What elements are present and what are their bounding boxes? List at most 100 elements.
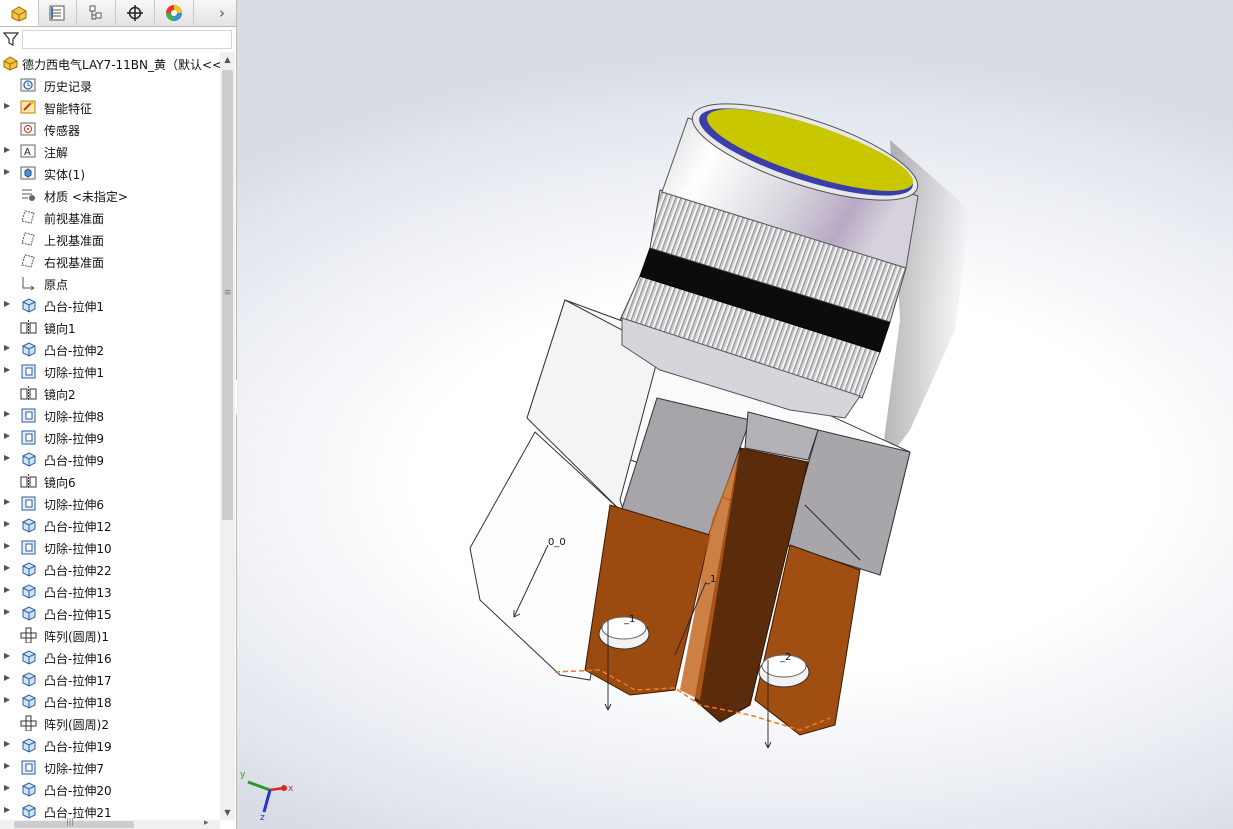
tree-item-label: 凸台-拉伸21 <box>44 806 112 820</box>
expand-caret-icon[interactable]: ▶ <box>4 299 10 308</box>
expand-caret-icon[interactable]: ▶ <box>4 453 10 462</box>
tree-item[interactable]: ▶ 切除-拉伸7 <box>0 756 220 778</box>
tree-item[interactable]: 阵列(圆周)2 <box>0 712 220 734</box>
tree-item[interactable]: ▶ 切除-拉伸9 <box>0 426 220 448</box>
tree-item[interactable]: ▶ 凸台-拉伸13 <box>0 580 220 602</box>
expand-caret-icon[interactable]: ▶ <box>4 651 10 660</box>
tree-item[interactable]: 右视基准面 <box>0 250 220 272</box>
tree-item-label: 切除-拉伸6 <box>44 498 104 512</box>
dimxpert-icon <box>127 4 143 21</box>
solid-body-icon <box>20 166 36 180</box>
expand-caret-icon[interactable]: ▶ <box>4 519 10 528</box>
feature-tree: 德力西电气LAY7-11BN_黄（默认<< 历史记录 ▶ 智能特征 传感器 ▶ A 注解 ▶ 实… <box>0 52 220 820</box>
tree-item-label: 阵列(圆周)2 <box>44 718 109 732</box>
expand-caret-icon[interactable]: ▶ <box>4 563 10 572</box>
boss-extrude-icon <box>22 518 36 533</box>
graphics-area[interactable]: 0_0 _1 _1 _2 y x z <box>237 0 1233 829</box>
tree-item[interactable]: ▶ 智能特征 <box>0 96 220 118</box>
tree-item[interactable]: 镜向6 <box>0 470 220 492</box>
tree-item-label: 实体(1) <box>44 168 85 182</box>
boss-extrude-icon <box>22 650 36 665</box>
tree-item[interactable]: 传感器 <box>0 118 220 140</box>
tree-item[interactable]: ▶ 切除-拉伸1 <box>0 360 220 382</box>
tree-item[interactable]: 材质 <未指定> <box>0 184 220 206</box>
tree-item[interactable]: ▶ 切除-拉伸10 <box>0 536 220 558</box>
tree-item[interactable]: ▶ 凸台-拉伸16 <box>0 646 220 668</box>
tab-expand-chevron-icon[interactable]: › <box>210 0 234 25</box>
tree-filter-input[interactable] <box>22 30 232 49</box>
tree-item-label: 凸台-拉伸9 <box>44 454 104 468</box>
tree-item[interactable]: ▶ 凸台-拉伸20 <box>0 778 220 800</box>
scroll-up-arrow-icon[interactable]: ▲ <box>220 52 235 67</box>
tree-item-label: 镜向2 <box>44 388 76 402</box>
display-manager-tab[interactable] <box>155 0 194 25</box>
tree-item-label: 切除-拉伸9 <box>44 432 104 446</box>
expand-caret-icon[interactable]: ▶ <box>4 673 10 682</box>
cut-extrude-icon <box>21 430 36 445</box>
tree-item[interactable]: 原点 <box>0 272 220 294</box>
tree-item[interactable]: 历史记录 <box>0 74 220 96</box>
expand-caret-icon[interactable]: ▶ <box>4 585 10 594</box>
push-button-model: 0_0 _1 _1 _2 y x z <box>240 103 970 823</box>
tree-item[interactable]: ▶ 凸台-拉伸17 <box>0 668 220 690</box>
tree-horizontal-scrollbar[interactable]: ||| ▸ <box>0 817 220 829</box>
tree-item[interactable]: ▶ 凸台-拉伸12 <box>0 514 220 536</box>
tree-item[interactable]: ▶ 切除-拉伸8 <box>0 404 220 426</box>
history-icon <box>20 78 36 92</box>
plane-icon <box>21 210 35 224</box>
boss-extrude-icon <box>22 452 36 467</box>
tree-item[interactable]: 镜向1 <box>0 316 220 338</box>
tree-item[interactable]: ▶ 凸台-拉伸2 <box>0 338 220 360</box>
expand-caret-icon[interactable]: ▶ <box>4 783 10 792</box>
tree-item[interactable]: ▶ A 注解 <box>0 140 220 162</box>
tree-vertical-scrollbar[interactable]: ▲ ≡ ▼ <box>220 52 235 820</box>
boss-extrude-icon <box>22 804 36 819</box>
configurationmanager-tab[interactable] <box>77 0 116 25</box>
expand-caret-icon[interactable]: ▶ <box>4 101 10 110</box>
expand-caret-icon[interactable]: ▶ <box>4 167 10 176</box>
tree-item[interactable]: ▶ 切除-拉伸6 <box>0 492 220 514</box>
tree-item-label: 凸台-拉伸12 <box>44 520 112 534</box>
propertymanager-tab[interactable] <box>38 0 77 25</box>
dimxpert-tab[interactable] <box>116 0 155 25</box>
tree-item-label: 凸台-拉伸18 <box>44 696 112 710</box>
tree-item[interactable]: ▶ 凸台-拉伸9 <box>0 448 220 470</box>
annotation-icon: A <box>20 144 36 158</box>
tree-item[interactable]: 镜向2 <box>0 382 220 404</box>
expand-caret-icon[interactable]: ▶ <box>4 145 10 154</box>
expand-caret-icon[interactable]: ▶ <box>4 739 10 748</box>
tree-item-label: 历史记录 <box>44 80 93 94</box>
scroll-right-arrow-icon[interactable]: ▸ <box>204 818 209 828</box>
tree-item-label: 镜向1 <box>44 322 76 336</box>
tree-item[interactable]: ▶ 凸台-拉伸21 <box>0 800 220 820</box>
tree-item[interactable]: 阵列(圆周)1 <box>0 624 220 646</box>
tree-item[interactable]: 上视基准面 <box>0 228 220 250</box>
expand-caret-icon[interactable]: ▶ <box>4 365 10 374</box>
tree-item[interactable]: ▶ 凸台-拉伸18 <box>0 690 220 712</box>
expand-caret-icon[interactable]: ▶ <box>4 805 10 814</box>
boss-extrude-icon <box>22 298 36 313</box>
expand-caret-icon[interactable]: ▶ <box>4 343 10 352</box>
smart-feature-icon <box>20 100 36 114</box>
cut-extrude-icon <box>21 364 36 379</box>
tree-item[interactable]: ▶ 凸台-拉伸1 <box>0 294 220 316</box>
expand-caret-icon[interactable]: ▶ <box>4 761 10 770</box>
expand-caret-icon[interactable]: ▶ <box>4 409 10 418</box>
expand-caret-icon[interactable]: ▶ <box>4 607 10 616</box>
tree-item[interactable]: ▶ 凸台-拉伸15 <box>0 602 220 624</box>
scroll-down-arrow-icon[interactable]: ▼ <box>220 805 235 820</box>
tree-item[interactable]: ▶ 实体(1) <box>0 162 220 184</box>
tree-item[interactable]: 前视基准面 <box>0 206 220 228</box>
tree-root-part[interactable]: 德力西电气LAY7-11BN_黄（默认<< <box>0 52 220 74</box>
featuremanager-tab[interactable] <box>0 0 39 26</box>
triad-x-label: x <box>288 784 294 794</box>
filter-icon[interactable] <box>3 31 19 47</box>
expand-caret-icon[interactable]: ▶ <box>4 541 10 550</box>
expand-caret-icon[interactable]: ▶ <box>4 695 10 704</box>
expand-caret-icon[interactable]: ▶ <box>4 431 10 440</box>
tree-item[interactable]: ▶ 凸台-拉伸19 <box>0 734 220 756</box>
boss-extrude-icon <box>22 562 36 577</box>
tree-item[interactable]: ▶ 凸台-拉伸22 <box>0 558 220 580</box>
tree-item-label: 凸台-拉伸2 <box>44 344 104 358</box>
expand-caret-icon[interactable]: ▶ <box>4 497 10 506</box>
